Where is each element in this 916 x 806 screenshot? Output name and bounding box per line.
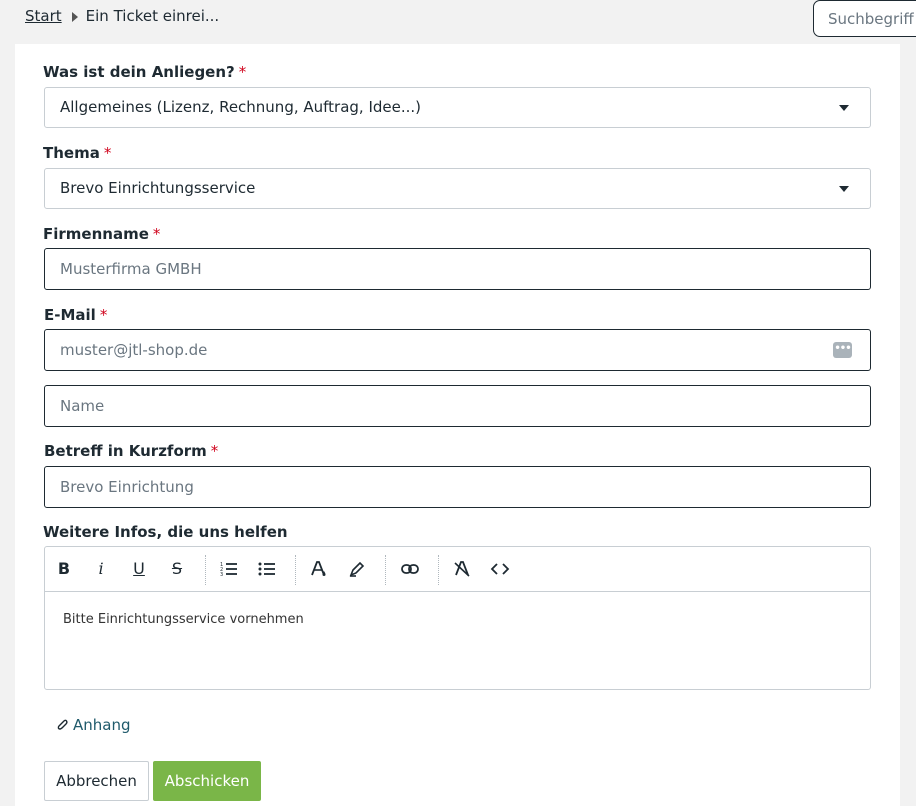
thema-select-value: Brevo Einrichtungsservice [60, 179, 256, 197]
ordered-list-icon[interactable]: 123 [217, 557, 241, 581]
email-label: E-Mail * [44, 306, 107, 324]
firmenname-input[interactable]: Musterfirma GMBH [44, 248, 871, 290]
chevron-down-icon [839, 186, 849, 192]
thema-label-text: Thema [43, 144, 100, 162]
betreff-label-text: Betreff in Kurzform [44, 442, 207, 460]
submit-button[interactable]: Abschicken [153, 761, 261, 801]
editor-content[interactable]: Bitte Einrichtungsservice vornehmen [63, 612, 304, 627]
svg-text:3: 3 [220, 572, 223, 578]
email-input[interactable]: muster@jtl-shop.de ••• [44, 329, 871, 371]
betreff-label: Betreff in Kurzform * [44, 442, 218, 460]
betreff-input[interactable]: Brevo Einrichtung [44, 466, 871, 508]
dots-icon[interactable]: ••• [833, 342, 852, 358]
italic-icon[interactable]: i [89, 557, 113, 581]
anliegen-select[interactable]: Allgemeines (Lizenz, Rechnung, Auftrag, … [44, 87, 871, 128]
clear-format-icon[interactable] [450, 557, 474, 581]
bullet-list-icon[interactable] [255, 557, 279, 581]
name-placeholder: Name [60, 397, 105, 415]
breadcrumb-current: Ein Ticket einrei... [85, 7, 220, 25]
firmenname-label: Firmenname * [43, 225, 160, 243]
email-value: muster@jtl-shop.de [60, 341, 208, 359]
breadcrumb-home-link[interactable]: Start [25, 7, 62, 25]
infos-label: Weitere Infos, die uns helfen [43, 523, 288, 541]
required-marker: * [99, 306, 108, 324]
bold-icon[interactable]: B [52, 557, 76, 581]
search-input[interactable]: Suchbegriff [813, 0, 916, 37]
infos-label-text: Weitere Infos, die uns helfen [43, 523, 288, 541]
cancel-button[interactable]: Abbrechen [44, 761, 149, 801]
link-icon[interactable] [398, 557, 422, 581]
strikethrough-icon[interactable]: S [165, 557, 189, 581]
required-marker: * [103, 144, 112, 162]
toolbar-separator [385, 555, 386, 585]
firmenname-label-text: Firmenname [43, 225, 149, 243]
paperclip-icon [57, 719, 68, 730]
code-icon[interactable] [488, 557, 512, 581]
email-label-text: E-Mail [44, 306, 96, 324]
editor-toolbar: B i U S 123 [45, 547, 870, 592]
highlight-icon[interactable] [345, 557, 369, 581]
attachment-link[interactable]: Anhang [55, 716, 131, 734]
required-marker: * [238, 63, 247, 81]
required-marker: * [210, 442, 219, 460]
toolbar-separator [438, 555, 439, 585]
name-input[interactable]: Name [44, 385, 871, 427]
anliegen-label: Was ist dein Anliegen? * [43, 63, 246, 81]
top-bar: Start Ein Ticket einrei... Suchbegriff [0, 0, 916, 44]
anliegen-label-text: Was ist dein Anliegen? [43, 63, 235, 81]
required-marker: * [152, 225, 161, 243]
toolbar-separator [205, 555, 206, 585]
underline-icon[interactable]: U [127, 557, 151, 581]
firmenname-value: Musterfirma GMBH [60, 260, 202, 278]
betreff-value: Brevo Einrichtung [60, 478, 194, 496]
anliegen-select-value: Allgemeines (Lizenz, Rechnung, Auftrag, … [60, 98, 422, 116]
thema-select[interactable]: Brevo Einrichtungsservice [44, 168, 871, 209]
breadcrumb: Start Ein Ticket einrei... [25, 7, 219, 25]
text-color-icon[interactable] [307, 557, 331, 581]
breadcrumb-separator-icon [71, 12, 78, 22]
ticket-form: Was ist dein Anliegen? * Allgemeines (Liz… [15, 44, 900, 806]
toolbar-separator [295, 555, 296, 585]
attachment-label: Anhang [73, 716, 131, 734]
rich-text-editor[interactable]: B i U S 123 Bitte Einrichtungsservice vo… [44, 546, 871, 690]
thema-label: Thema * [43, 144, 111, 162]
chevron-down-icon [839, 105, 849, 111]
